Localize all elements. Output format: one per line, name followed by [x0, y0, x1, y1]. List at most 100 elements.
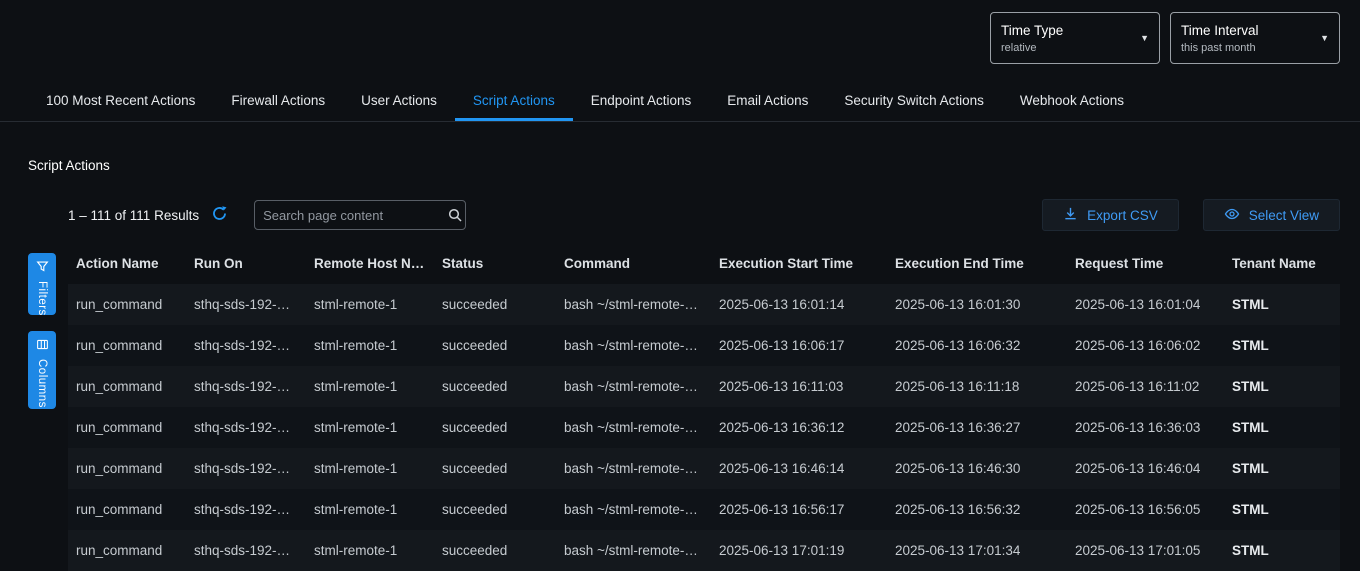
columns-icon — [36, 338, 49, 354]
table-cell: 2025-06-13 16:01:30 — [887, 284, 1067, 325]
tab-firewall-actions[interactable]: Firewall Actions — [213, 78, 343, 121]
tab-webhook-actions[interactable]: Webhook Actions — [1002, 78, 1142, 121]
columns-button[interactable]: Columns — [28, 331, 56, 409]
table-cell: succeeded — [434, 325, 556, 366]
table-cell: STML — [1224, 407, 1340, 448]
column-header[interactable]: Run On — [186, 243, 306, 284]
column-header[interactable]: Action Name — [68, 243, 186, 284]
export-csv-label: Export CSV — [1087, 208, 1158, 223]
table-row[interactable]: run_commandsthq-sds-192-…stml-remote-1su… — [68, 325, 1340, 366]
table-cell: stml-remote-1 — [306, 448, 434, 489]
table-cell: 2025-06-13 16:56:32 — [887, 489, 1067, 530]
tab-security-switch-actions[interactable]: Security Switch Actions — [826, 78, 1002, 121]
column-header[interactable]: Remote Host N… — [306, 243, 434, 284]
column-header[interactable]: Tenant Name — [1224, 243, 1340, 284]
results-count: 1 – 111 of 111 Results — [68, 208, 199, 223]
search-box — [254, 200, 466, 230]
table-cell: succeeded — [434, 489, 556, 530]
chevron-down-icon: ▼ — [1140, 33, 1149, 43]
table-cell: succeeded — [434, 284, 556, 325]
table-cell: sthq-sds-192-… — [186, 489, 306, 530]
filters-button-label: Filters — [36, 281, 48, 316]
tab-endpoint-actions[interactable]: Endpoint Actions — [573, 78, 710, 121]
table-cell: STML — [1224, 325, 1340, 366]
table-cell: STML — [1224, 284, 1340, 325]
topbar: Time Type relative ▼ Time Interval this … — [0, 0, 1360, 78]
table-cell: bash ~/stml-remote-… — [556, 284, 711, 325]
table-cell: STML — [1224, 366, 1340, 407]
toolbar: 1 – 111 of 111 Results — [28, 199, 1340, 231]
page-title: Script Actions — [28, 158, 1340, 173]
table-cell: STML — [1224, 489, 1340, 530]
table-cell: 2025-06-13 17:01:19 — [711, 530, 887, 571]
export-csv-button[interactable]: Export CSV — [1042, 199, 1179, 231]
time-interval-value: this past month — [1181, 42, 1259, 54]
table-area: Filters Columns Action NameRun OnRemote … — [28, 243, 1340, 571]
table-row[interactable]: run_commandsthq-sds-192-…stml-remote-1su… — [68, 407, 1340, 448]
table-cell: 2025-06-13 16:56:17 — [711, 489, 887, 530]
table-row[interactable]: run_commandsthq-sds-192-…stml-remote-1su… — [68, 366, 1340, 407]
table-cell: 2025-06-13 16:36:12 — [711, 407, 887, 448]
table-cell: sthq-sds-192-… — [186, 325, 306, 366]
table-cell: 2025-06-13 16:11:02 — [1067, 366, 1224, 407]
table-cell: STML — [1224, 530, 1340, 571]
table-cell: run_command — [68, 284, 186, 325]
table-row[interactable]: run_commandsthq-sds-192-…stml-remote-1su… — [68, 284, 1340, 325]
refresh-button[interactable] — [211, 205, 228, 225]
table-cell: 2025-06-13 16:01:14 — [711, 284, 887, 325]
table-cell: 2025-06-13 16:06:02 — [1067, 325, 1224, 366]
actions-table: Action NameRun OnRemote Host N…StatusCom… — [68, 243, 1340, 571]
app-root: Time Type relative ▼ Time Interval this … — [0, 0, 1360, 571]
table-cell: stml-remote-1 — [306, 407, 434, 448]
table-cell: 2025-06-13 16:06:17 — [711, 325, 887, 366]
time-interval-dropdown[interactable]: Time Interval this past month ▼ — [1170, 12, 1340, 64]
table-cell: bash ~/stml-remote-… — [556, 489, 711, 530]
time-type-value: relative — [1001, 42, 1063, 54]
time-type-dropdown[interactable]: Time Type relative ▼ — [990, 12, 1160, 64]
filter-funnel-icon — [36, 260, 49, 276]
search-input[interactable] — [255, 208, 447, 223]
table-cell: run_command — [68, 530, 186, 571]
tab-user-actions[interactable]: User Actions — [343, 78, 455, 121]
table-cell: 2025-06-13 16:11:18 — [887, 366, 1067, 407]
time-type-label: Time Type — [1001, 23, 1063, 38]
chevron-down-icon: ▼ — [1320, 33, 1329, 43]
tab-100-most-recent-actions[interactable]: 100 Most Recent Actions — [28, 78, 213, 121]
column-header[interactable]: Status — [434, 243, 556, 284]
column-header[interactable]: Command — [556, 243, 711, 284]
table-cell: stml-remote-1 — [306, 489, 434, 530]
table-cell: succeeded — [434, 366, 556, 407]
tab-script-actions[interactable]: Script Actions — [455, 78, 573, 121]
table-cell: 2025-06-13 16:46:30 — [887, 448, 1067, 489]
select-view-button[interactable]: Select View — [1203, 199, 1340, 231]
table-cell: STML — [1224, 448, 1340, 489]
table-cell: 2025-06-13 16:36:27 — [887, 407, 1067, 448]
table-cell: succeeded — [434, 448, 556, 489]
table-cell: bash ~/stml-remote-… — [556, 448, 711, 489]
eye-icon — [1224, 206, 1240, 225]
table-cell: sthq-sds-192-… — [186, 284, 306, 325]
table-cell: bash ~/stml-remote-… — [556, 530, 711, 571]
table-row[interactable]: run_commandsthq-sds-192-…stml-remote-1su… — [68, 489, 1340, 530]
table-cell: 2025-06-13 16:11:03 — [711, 366, 887, 407]
table-cell: bash ~/stml-remote-… — [556, 325, 711, 366]
table-row[interactable]: run_commandsthq-sds-192-…stml-remote-1su… — [68, 448, 1340, 489]
filters-button[interactable]: Filters — [28, 253, 56, 315]
table-row[interactable]: run_commandsthq-sds-192-…stml-remote-1su… — [68, 530, 1340, 571]
select-view-label: Select View — [1249, 208, 1319, 223]
column-header[interactable]: Execution Start Time — [711, 243, 887, 284]
table-cell: stml-remote-1 — [306, 530, 434, 571]
table-cell: sthq-sds-192-… — [186, 448, 306, 489]
tab-bar: 100 Most Recent Actions Firewall Actions… — [0, 78, 1360, 122]
table-cell: stml-remote-1 — [306, 325, 434, 366]
table-cell: bash ~/stml-remote-… — [556, 407, 711, 448]
columns-button-label: Columns — [36, 359, 48, 408]
table-body: run_commandsthq-sds-192-…stml-remote-1su… — [68, 284, 1340, 571]
table-cell: stml-remote-1 — [306, 366, 434, 407]
tab-email-actions[interactable]: Email Actions — [709, 78, 826, 121]
column-header[interactable]: Request Time — [1067, 243, 1224, 284]
table-cell: 2025-06-13 16:06:32 — [887, 325, 1067, 366]
column-header[interactable]: Execution End Time — [887, 243, 1067, 284]
table-cell: bash ~/stml-remote-… — [556, 366, 711, 407]
table-cell: succeeded — [434, 407, 556, 448]
